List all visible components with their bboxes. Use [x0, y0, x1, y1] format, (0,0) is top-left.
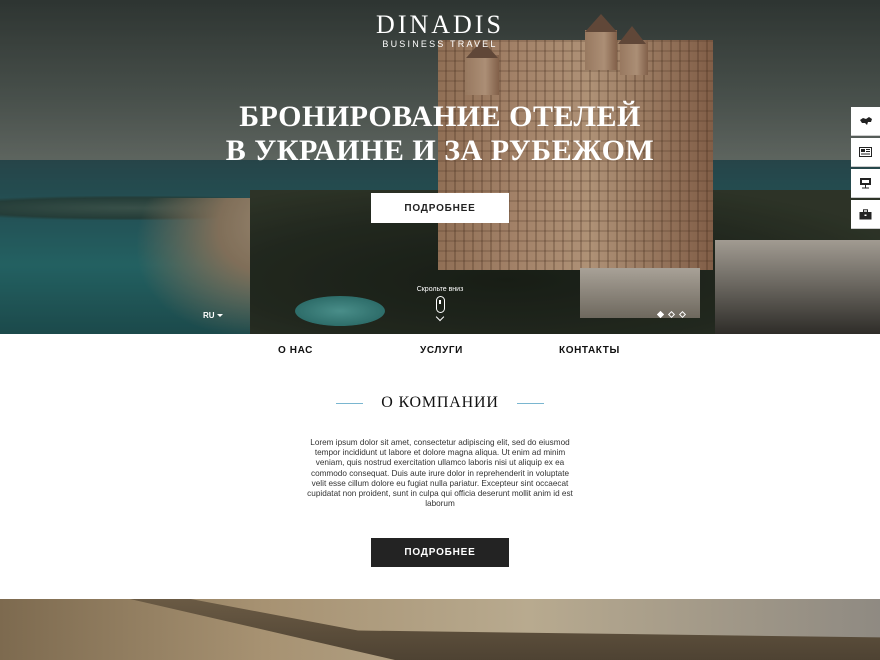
title-divider-left: [335, 402, 363, 404]
nav-item-services[interactable]: УСЛУГИ: [420, 345, 463, 356]
side-button-presentation[interactable]: [851, 169, 880, 198]
map-ukraine-icon: [859, 117, 872, 125]
scroll-down[interactable]: Скрольте вниз: [390, 286, 490, 322]
nav-item-contacts[interactable]: КОНТАКТЫ: [559, 345, 620, 356]
logo-subtitle: BUSINESS TRAVEL: [382, 39, 498, 49]
logo-name: DINADIS: [376, 10, 504, 39]
side-button-news[interactable]: [851, 138, 880, 167]
side-button-map[interactable]: [851, 107, 880, 136]
slider-dots: [656, 310, 687, 319]
slider-dot[interactable]: [678, 310, 687, 319]
briefcase-icon: [859, 208, 872, 219]
hero-section: DINADIS BUSINESS TRAVEL БРОНИРОВАНИЕ ОТЕ…: [0, 0, 880, 334]
newspaper-icon: [859, 147, 872, 157]
hero-title-line-1: БРОНИРОВАНИЕ ОТЕЛЕЙ: [239, 100, 641, 133]
airplane-wing: [130, 599, 880, 660]
about-text: Lorem ipsum dolor sit amet, consectetur …: [307, 438, 573, 509]
section-title: О КОМПАНИИ: [0, 394, 880, 412]
side-button-briefcase[interactable]: [851, 200, 880, 229]
about-more-button[interactable]: ПОДРОБНЕЕ: [371, 538, 509, 567]
hero-title-line-2: В УКРАИНЕ И ЗА РУБЕЖОМ: [225, 134, 655, 167]
caret-down-icon: [216, 314, 223, 317]
title-divider-right: [517, 402, 545, 404]
section-title-text: О КОМПАНИИ: [381, 394, 499, 411]
hero-title: БРОНИРОВАНИЕ ОТЕЛЕЙ В УКРАИНЕ И ЗА РУБЕЖ…: [0, 100, 880, 168]
slider-dot[interactable]: [667, 310, 676, 319]
side-toolbar: [851, 107, 880, 231]
language-label: RU: [203, 311, 215, 320]
mouse-icon: [435, 296, 445, 313]
logo[interactable]: DINADIS BUSINESS TRAVEL: [0, 10, 880, 50]
presentation-icon: [860, 178, 871, 189]
chevron-down-icon: [435, 312, 445, 322]
hero-more-button[interactable]: ПОДРОБНЕЕ: [371, 193, 509, 223]
scroll-down-label: Скрольте вниз: [416, 286, 464, 293]
main-nav: О НАС УСЛУГИ КОНТАКТЫ: [0, 334, 880, 368]
bottom-image: [0, 599, 880, 660]
nav-item-about[interactable]: О НАС: [278, 345, 313, 356]
language-selector[interactable]: RU: [203, 311, 223, 320]
slider-dot[interactable]: [656, 310, 665, 319]
